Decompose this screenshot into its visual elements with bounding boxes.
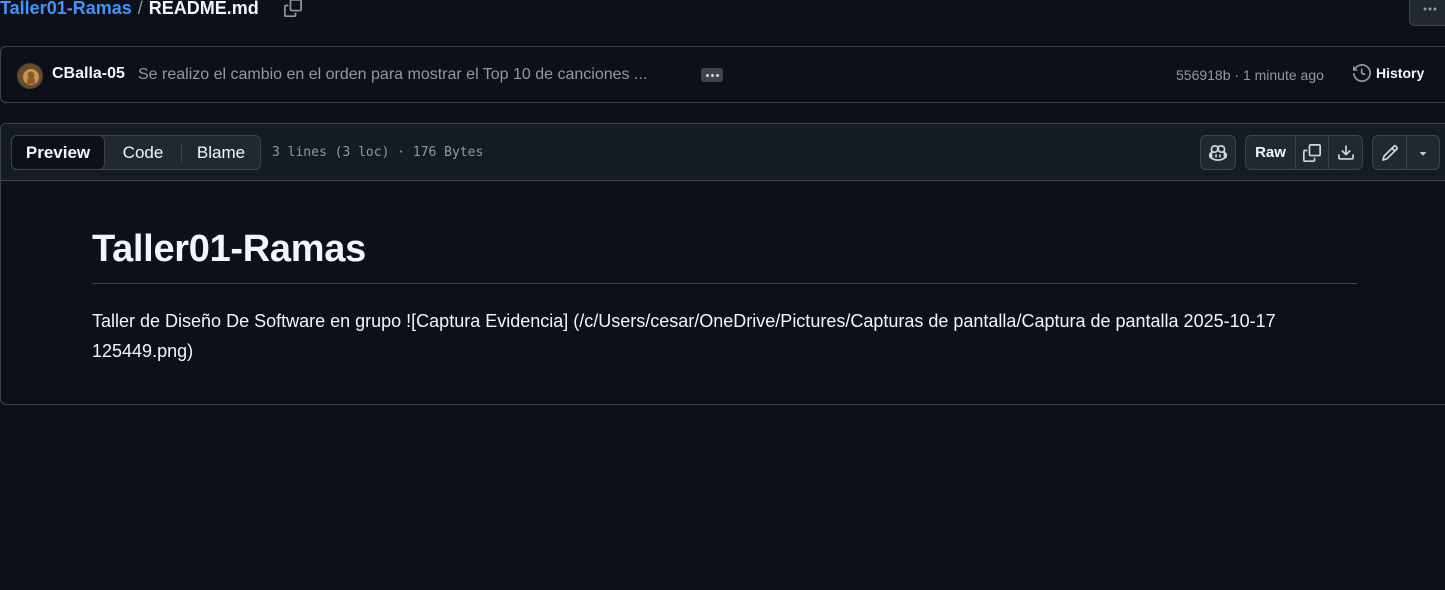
tab-code[interactable]: Code <box>105 136 181 169</box>
copy-path-button[interactable] <box>281 0 305 20</box>
file-header: Preview Code Blame 3 lines (3 loc) · 176… <box>1 124 1445 181</box>
copy-icon <box>1303 143 1321 162</box>
more-options-button[interactable] <box>1409 0 1445 26</box>
readme-title: Taller01-Ramas <box>92 228 1357 284</box>
triangle-down-icon <box>1420 151 1427 156</box>
view-mode-switcher: Preview Code Blame <box>11 135 261 170</box>
top-bar: Taller01-Ramas / README.md <box>0 0 1445 30</box>
copilot-button[interactable] <box>1200 135 1236 170</box>
commit-author[interactable]: CBalla-05 <box>52 65 125 83</box>
copilot-icon <box>1209 144 1227 161</box>
download-icon <box>1337 144 1354 160</box>
copy-raw-button[interactable] <box>1296 136 1329 169</box>
tab-preview[interactable]: Preview <box>11 135 105 170</box>
raw-actions-group: Raw <box>1245 135 1363 170</box>
expand-commit-message-button[interactable] <box>701 68 723 82</box>
edit-file-button[interactable] <box>1373 136 1408 169</box>
file-info: 3 lines (3 loc) · 176 Bytes <box>272 145 484 160</box>
raw-button[interactable]: Raw <box>1246 136 1296 169</box>
breadcrumb-repo-link[interactable]: Taller01-Ramas <box>0 0 132 18</box>
readme-content: Taller01-Ramas Taller de Diseño De Softw… <box>92 228 1357 366</box>
tab-blame[interactable]: Blame <box>182 136 260 169</box>
latest-commit-bar: CBalla-05 Se realizo el cambio en el ord… <box>0 46 1445 103</box>
edit-actions-group <box>1372 135 1440 170</box>
pencil-icon <box>1381 144 1398 161</box>
copy-icon <box>284 0 302 17</box>
edit-dropdown-button[interactable] <box>1407 136 1439 169</box>
kebab-horizontal-icon <box>1423 7 1437 11</box>
readme-paragraph: Taller de Diseño De Software en grupo ![… <box>92 311 1276 361</box>
commit-message[interactable]: Se realizo el cambio en el orden para mo… <box>138 66 647 84</box>
download-button[interactable] <box>1329 136 1362 169</box>
history-button[interactable]: History <box>1353 64 1424 82</box>
history-icon <box>1353 64 1371 82</box>
history-label: History <box>1376 65 1425 81</box>
breadcrumb-separator: / <box>137 0 143 18</box>
breadcrumb: Taller01-Ramas / README.md <box>0 0 259 19</box>
avatar[interactable] <box>17 63 43 89</box>
breadcrumb-file: README.md <box>148 0 259 18</box>
commit-sha-time[interactable]: 556918b · 1 minute ago <box>1176 67 1324 83</box>
